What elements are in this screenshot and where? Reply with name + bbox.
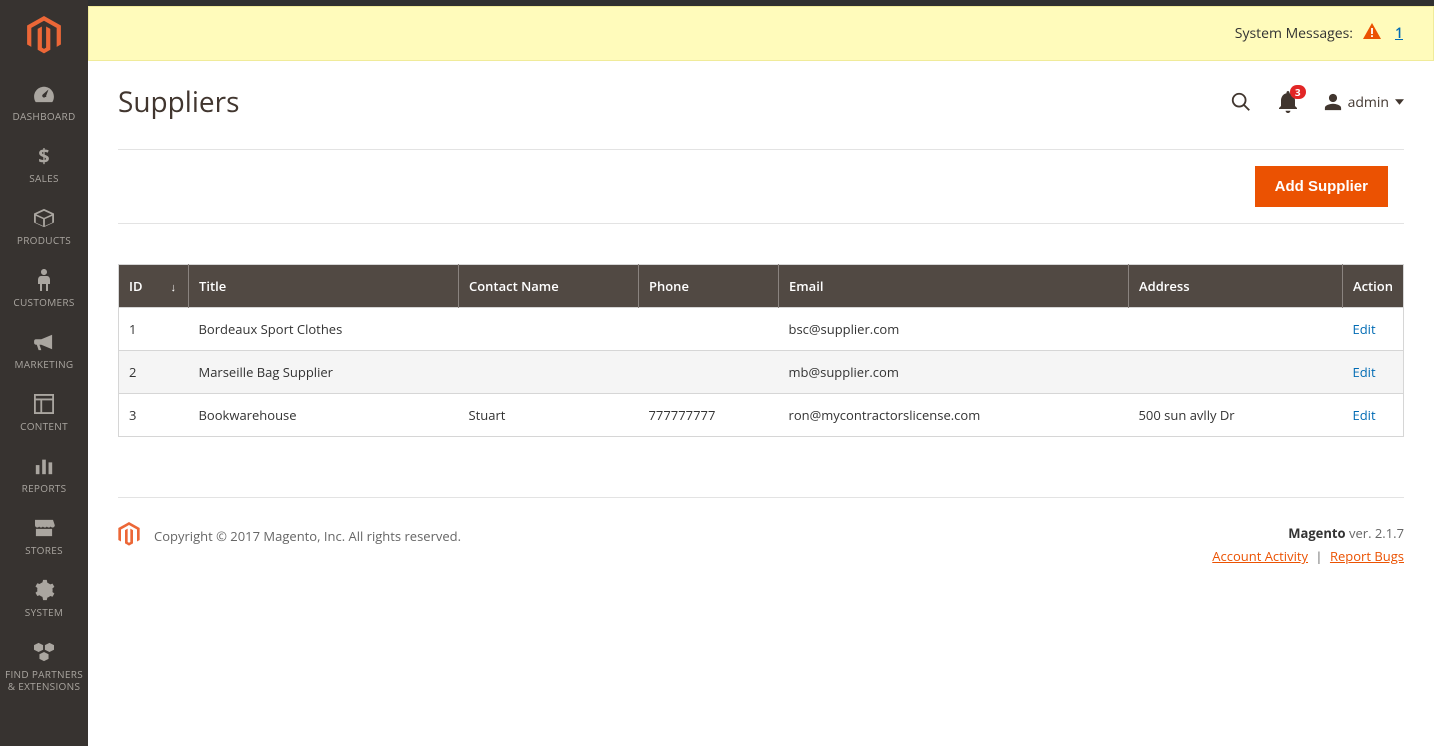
cell-id: 2 <box>119 351 189 394</box>
sidebar-item-label: MARKETING <box>15 358 74 370</box>
col-header-contact[interactable]: Contact Name <box>459 265 639 308</box>
sidebar-item-marketing[interactable]: MARKETING <box>0 318 88 380</box>
dashboard-icon <box>32 82 56 106</box>
svg-text:$: $ <box>38 145 49 167</box>
warning-icon <box>1363 23 1381 44</box>
account-activity-link[interactable]: Account Activity <box>1212 547 1308 565</box>
cell-phone <box>639 308 779 351</box>
sidebar-item-label: FIND PARTNERS& EXTENSIONS <box>5 668 83 692</box>
cell-phone: 777777777 <box>639 394 779 437</box>
user-name: admin <box>1348 93 1389 112</box>
notifications-button[interactable]: 3 <box>1278 91 1298 113</box>
magento-mark-icon <box>118 522 140 550</box>
sidebar-item-label: DASHBOARD <box>12 110 75 122</box>
sort-asc-icon: ↓ <box>171 280 177 295</box>
table-row: 3BookwarehouseStuart777777777ron@mycontr… <box>119 394 1404 437</box>
edit-link[interactable]: Edit <box>1352 363 1375 381</box>
version-text: Magento ver. 2.1.7 <box>1212 522 1404 545</box>
sidebar-item-label: PRODUCTS <box>17 234 71 246</box>
cell-action: Edit <box>1342 308 1403 351</box>
cell-email: mb@supplier.com <box>779 351 1129 394</box>
cell-contact <box>459 308 639 351</box>
sidebar-item-label: REPORTS <box>22 482 67 494</box>
cell-title: Marseille Bag Supplier <box>189 351 459 394</box>
sidebar-item-label: CUSTOMERS <box>13 296 74 308</box>
copyright-text: Copyright © 2017 Magento, Inc. All right… <box>154 527 461 545</box>
add-supplier-button[interactable]: Add Supplier <box>1255 166 1388 207</box>
search-icon <box>1230 91 1252 113</box>
cell-email: bsc@supplier.com <box>779 308 1129 351</box>
cell-address <box>1129 351 1343 394</box>
cell-email: ron@mycontractorslicense.com <box>779 394 1129 437</box>
cell-address: 500 sun avlly Dr <box>1129 394 1343 437</box>
sidebar-item-products[interactable]: PRODUCTS <box>0 194 88 256</box>
col-header-address[interactable]: Address <box>1129 265 1343 308</box>
sidebar-item-stores[interactable]: STORES <box>0 504 88 566</box>
magento-logo-icon <box>27 16 61 54</box>
suppliers-table: ID↓ Title Contact Name Phone Email Addre… <box>118 264 1404 437</box>
sidebar-item-system[interactable]: SYSTEM <box>0 566 88 628</box>
magento-logo[interactable] <box>0 0 88 70</box>
cell-id: 3 <box>119 394 189 437</box>
cell-address <box>1129 308 1343 351</box>
bar-chart-icon <box>32 454 56 478</box>
col-header-title[interactable]: Title <box>189 265 459 308</box>
user-icon <box>1324 93 1342 111</box>
edit-link[interactable]: Edit <box>1352 320 1375 338</box>
sidebar-item-reports[interactable]: REPORTS <box>0 442 88 504</box>
sidebar-item-label: CONTENT <box>20 420 68 432</box>
cell-title: Bookwarehouse <box>189 394 459 437</box>
person-icon <box>32 268 56 292</box>
megaphone-icon <box>32 330 56 354</box>
col-header-action[interactable]: Action <box>1342 265 1403 308</box>
report-bugs-link[interactable]: Report Bugs <box>1330 547 1404 565</box>
system-messages-bar: System Messages: 1 <box>88 6 1434 61</box>
sidebar-item-sales[interactable]: $ SALES <box>0 132 88 194</box>
cell-id: 1 <box>119 308 189 351</box>
dollar-icon: $ <box>32 144 56 168</box>
sidebar-item-content[interactable]: CONTENT <box>0 380 88 442</box>
sidebar-item-dashboard[interactable]: DASHBOARD <box>0 70 88 132</box>
notification-badge: 3 <box>1290 85 1306 99</box>
page-title: Suppliers <box>118 83 239 121</box>
col-header-email[interactable]: Email <box>779 265 1129 308</box>
sidebar-item-customers[interactable]: CUSTOMERS <box>0 256 88 318</box>
user-menu[interactable]: admin <box>1324 93 1404 112</box>
gear-icon <box>32 578 56 602</box>
admin-sidebar: DASHBOARD $ SALES PRODUCTS CUSTOMERS MARKETIN… <box>0 0 88 746</box>
box-icon <box>32 206 56 230</box>
page-footer: Copyright © 2017 Magento, Inc. All right… <box>118 497 1404 609</box>
col-header-phone[interactable]: Phone <box>639 265 779 308</box>
cell-title: Bordeaux Sport Clothes <box>189 308 459 351</box>
table-row: 2Marseille Bag Supplier mb@supplier.com Ed… <box>119 351 1404 394</box>
cell-phone <box>639 351 779 394</box>
search-button[interactable] <box>1230 91 1252 113</box>
chevron-down-icon <box>1395 99 1404 105</box>
action-bar: Add Supplier <box>118 149 1404 224</box>
sidebar-item-label: SYSTEM <box>25 606 63 618</box>
system-messages-count[interactable]: 1 <box>1395 24 1403 43</box>
cell-contact: Stuart <box>459 394 639 437</box>
system-messages-label: System Messages: <box>1235 24 1353 43</box>
sidebar-item-label: SALES <box>29 172 59 184</box>
sidebar-item-find[interactable]: FIND PARTNERS& EXTENSIONS <box>0 628 88 702</box>
cell-action: Edit <box>1342 351 1403 394</box>
cell-action: Edit <box>1342 394 1403 437</box>
sidebar-item-label: STORES <box>25 544 63 556</box>
table-row: 1Bordeaux Sport Clothes bsc@supplier.com E… <box>119 308 1404 351</box>
edit-link[interactable]: Edit <box>1352 406 1375 424</box>
blocks-icon <box>32 640 56 664</box>
cell-contact <box>459 351 639 394</box>
layout-icon <box>32 392 56 416</box>
storefront-icon <box>32 516 56 540</box>
col-header-id[interactable]: ID↓ <box>119 265 189 308</box>
